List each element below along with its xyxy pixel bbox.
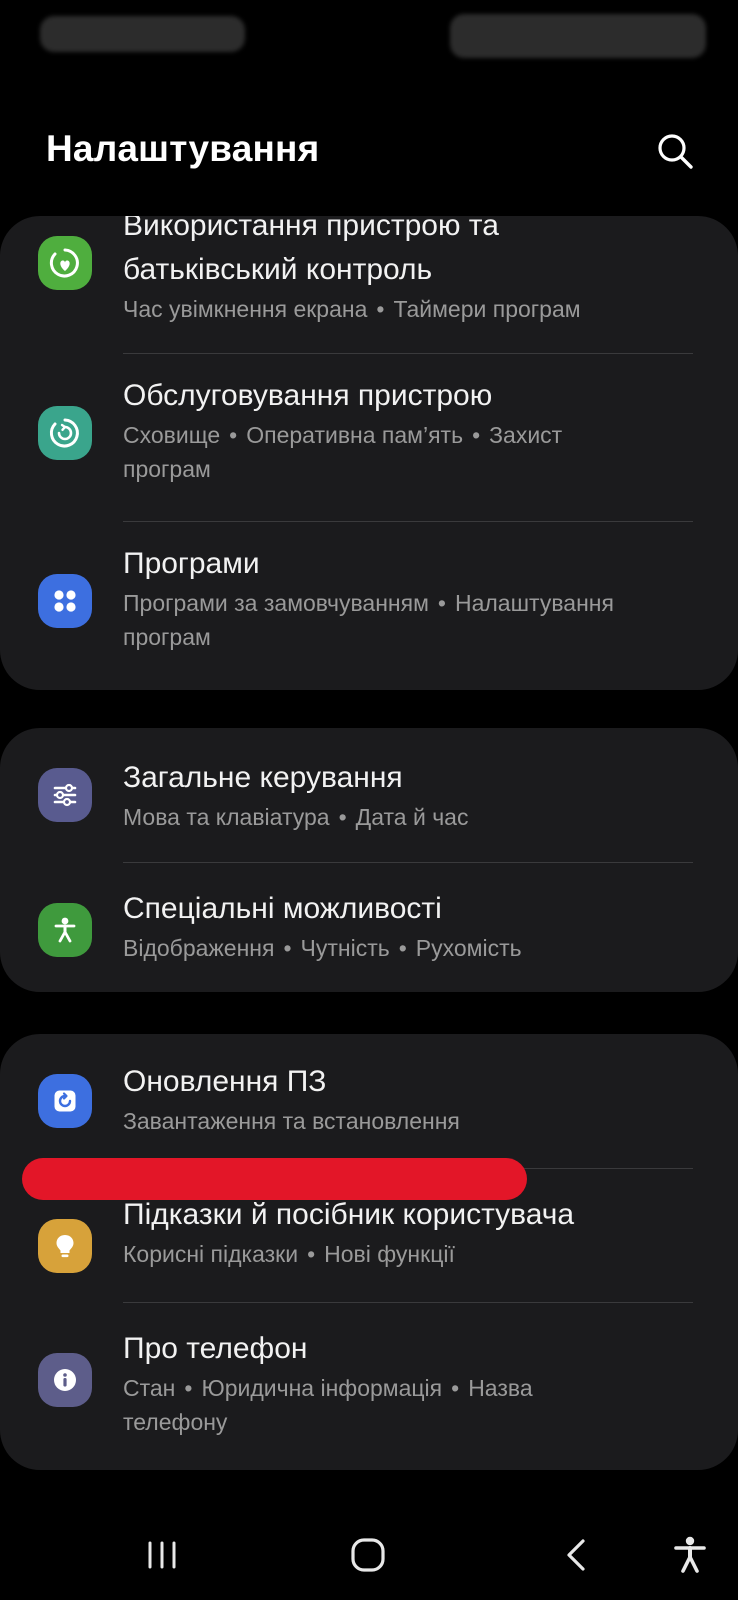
settings-item-digital-wellbeing[interactable]: Використання пристрою та батьківський ко… xyxy=(0,216,738,353)
subtitle-part: Рухомість xyxy=(415,935,522,961)
item-subtitle: Корисні підказки • Нові функції xyxy=(123,1241,455,1267)
subtitle-part: Юридична інформація xyxy=(201,1375,443,1401)
subtitle-part: Дата й час xyxy=(355,804,469,830)
accessibility-shortcut-button[interactable] xyxy=(665,1530,715,1580)
item-title-line-1: Використання пристрою та xyxy=(123,216,499,242)
item-subtitle: Завантаження та встановлення xyxy=(123,1104,693,1138)
settings-group-1: Використання пристрою та батьківський ко… xyxy=(0,216,738,690)
page-title: Налаштування xyxy=(46,128,320,169)
lightbulb-icon xyxy=(38,1219,92,1273)
home-icon xyxy=(351,1538,385,1572)
subtitle-part: Налаштування xyxy=(454,590,614,616)
item-title-line-2: батьківський контроль xyxy=(123,253,433,286)
settings-item-general-management[interactable]: Загальне керування Мова та клавіатура • Да… xyxy=(0,728,738,862)
recents-button[interactable] xyxy=(137,1530,187,1580)
subtitle-part: Назва xyxy=(468,1375,533,1401)
accessibility-icon xyxy=(38,903,92,957)
settings-group-3: Оновлення ПЗ Завантаження та встановленн… xyxy=(0,1034,738,1470)
item-title: Спеціальні можливості xyxy=(123,892,442,925)
subtitle-part: Корисні підказки xyxy=(123,1241,299,1267)
settings-item-accessibility[interactable]: Спеціальні можливості Відображення • Чутні… xyxy=(0,863,738,992)
item-subtitle: Стан • Юридична інформація • Назва телефону xyxy=(123,1375,533,1435)
device-care-icon xyxy=(38,406,92,460)
general-management-icon xyxy=(38,768,92,822)
item-subtitle: Відображення • Чутність • Рухомість xyxy=(123,935,522,961)
subtitle-part: Завантаження та встановлення xyxy=(123,1108,460,1134)
search-button[interactable] xyxy=(655,131,695,171)
item-subtitle: Мова та клавіатура • Дата й час xyxy=(123,804,469,830)
subtitle-part: Стан xyxy=(123,1375,176,1401)
settings-group-2: Загальне керування Мова та клавіатура • Да… xyxy=(0,728,738,992)
digital-wellbeing-icon xyxy=(38,236,92,290)
redacted-status-left xyxy=(40,16,245,52)
item-title: Про телефон xyxy=(123,1332,308,1365)
redaction-bar xyxy=(22,1158,527,1200)
redacted-status-right xyxy=(450,14,706,58)
subtitle-part: Мова та клавіатура xyxy=(123,804,330,830)
subtitle-part: Чутність xyxy=(300,935,390,961)
home-button[interactable] xyxy=(343,1530,393,1580)
item-subtitle: Програми за замовчуванням • Налаштування пр… xyxy=(123,590,614,650)
subtitle-part: телефону xyxy=(123,1409,228,1435)
item-title: Оновлення ПЗ xyxy=(123,1065,327,1098)
settings-item-apps[interactable]: Програми Програми за замовчуванням • Налаш… xyxy=(0,522,738,690)
item-title: Загальне керування xyxy=(123,761,403,794)
settings-item-software-update[interactable]: Оновлення ПЗ Завантаження та встановленн… xyxy=(0,1034,738,1168)
software-update-icon xyxy=(38,1074,92,1128)
subtitle-part: Відображення xyxy=(123,935,275,961)
subtitle-part: Нові функції xyxy=(324,1241,455,1267)
subtitle-part: Таймери програм xyxy=(393,296,581,322)
accessibility-shortcut-icon xyxy=(674,1536,706,1573)
apps-icon xyxy=(38,574,92,628)
subtitle-part: Час увімкнення екрана xyxy=(123,296,368,322)
settings-item-about-phone[interactable]: Про телефон Стан • Юридична інформація • Наз… xyxy=(0,1303,738,1470)
subtitle-part: Програми за замовчуванням xyxy=(123,590,429,616)
subtitle-part: Сховище xyxy=(123,422,221,448)
subtitle-part: Захист xyxy=(489,422,563,448)
back-button[interactable] xyxy=(552,1530,602,1580)
search-icon xyxy=(658,134,693,169)
info-icon xyxy=(38,1353,92,1407)
item-title: Програми xyxy=(123,547,260,580)
recents-icon xyxy=(148,1541,176,1569)
subtitle-part: Оперативна пам’ять xyxy=(246,422,464,448)
back-icon xyxy=(567,1539,585,1571)
item-subtitle: Сховище • Оперативна пам’ять • Захист програм xyxy=(123,422,563,482)
settings-item-device-care[interactable]: Обслуговування пристрою Сховище • Оператив… xyxy=(0,354,738,521)
subtitle-part: програм xyxy=(123,624,211,650)
item-title: Обслуговування пристрою xyxy=(123,379,493,412)
item-subtitle: Час увімкнення екрана • Таймери програм xyxy=(123,296,581,322)
subtitle-part: програм xyxy=(123,456,211,482)
